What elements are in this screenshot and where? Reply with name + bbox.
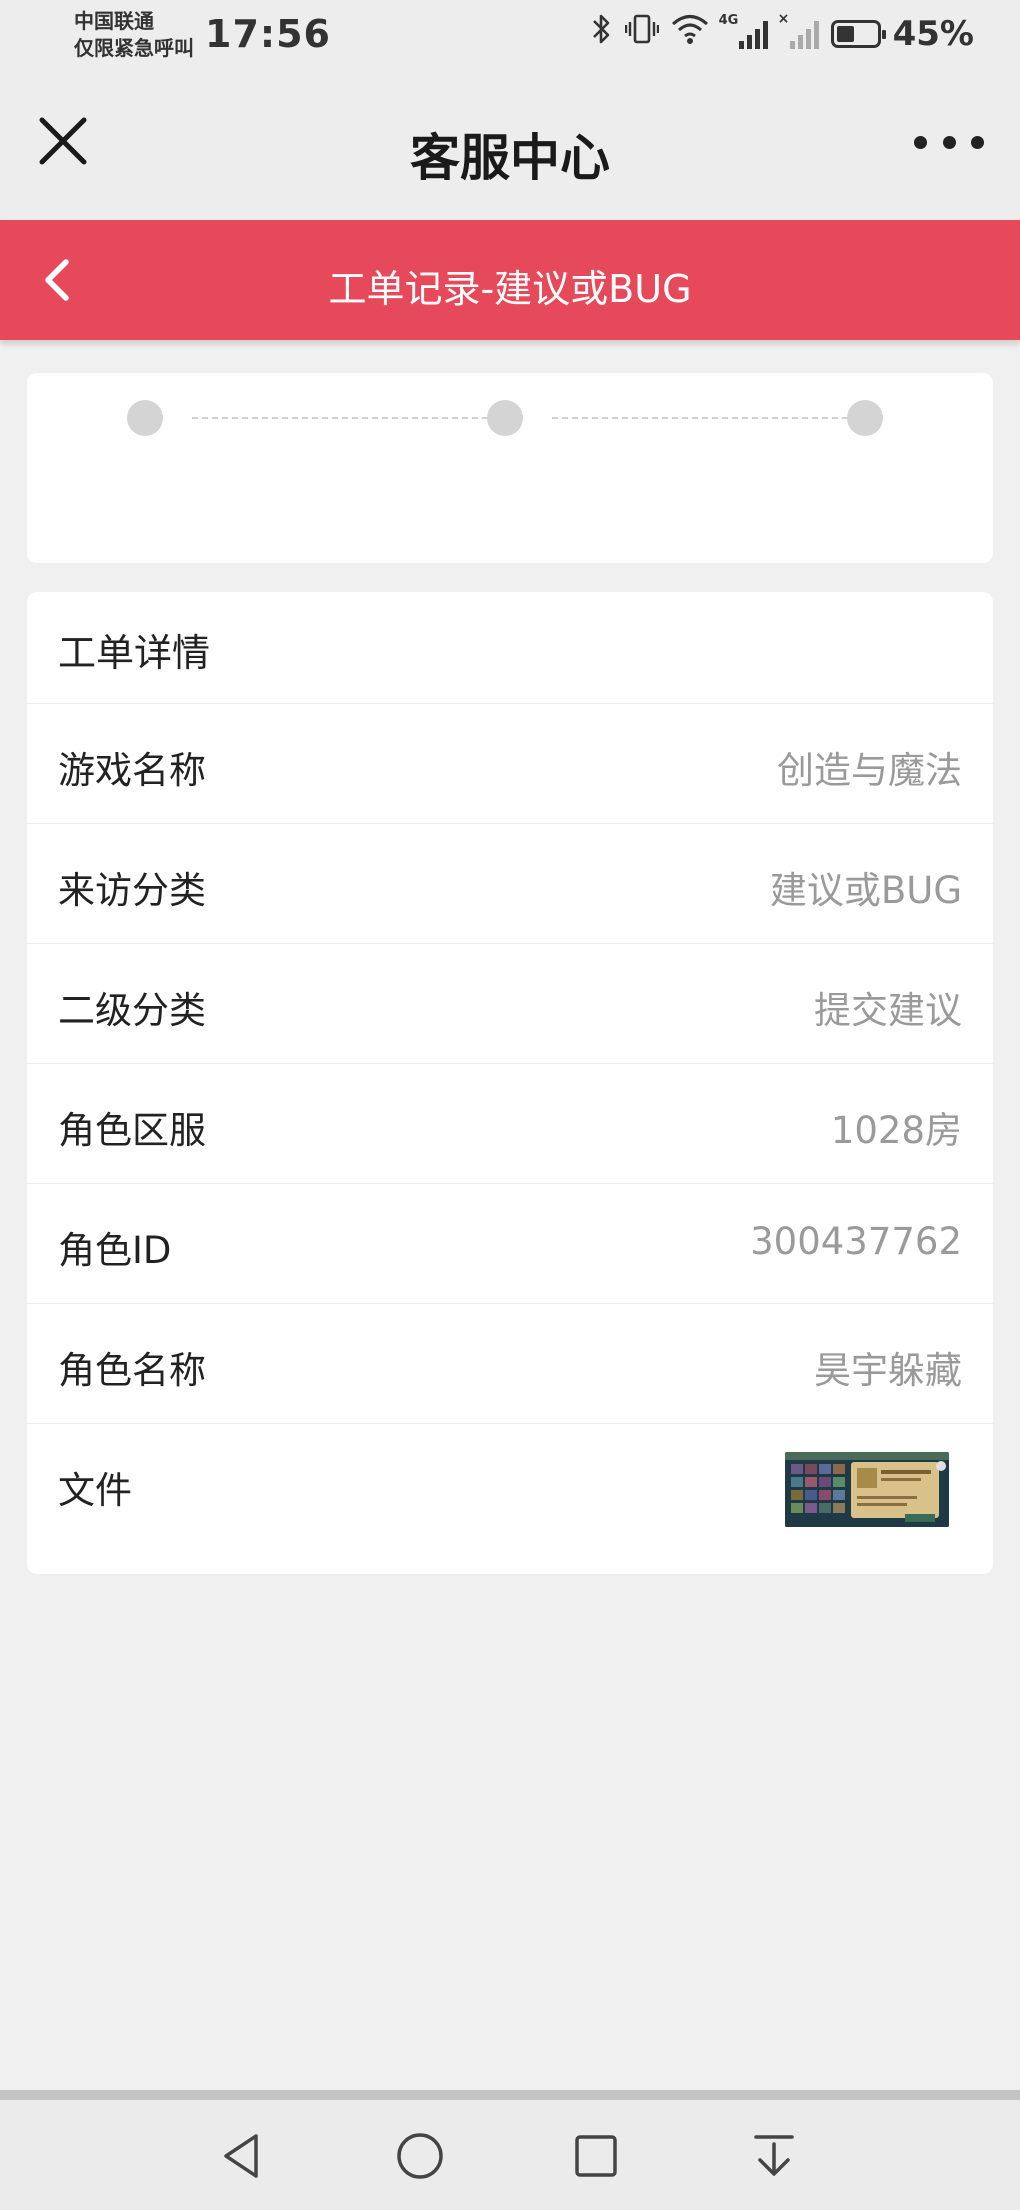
row-label: 二级分类 (58, 989, 206, 1032)
nav-notification-button[interactable] (746, 2128, 802, 2184)
details-heading: 工单详情 (58, 631, 211, 675)
more-button[interactable] (914, 132, 984, 152)
ticket-details-card: 工单详情 游戏名称 创造与魔法 来访分类 建议或BUG 二级分类 提交建议 角色… (27, 592, 993, 1574)
detail-row-role-id: 角色ID 300437762 (27, 1183, 993, 1303)
notification-pull-icon (754, 2135, 794, 2176)
header-title: 工单记录-建议或BUG (328, 267, 692, 311)
battery-fill (836, 26, 854, 42)
battery-icon (830, 20, 886, 48)
detail-row-server: 角色区服 1028房 (27, 1063, 993, 1183)
details-rows: 游戏名称 创造与魔法 来访分类 建议或BUG 二级分类 提交建议 角色区服 10… (27, 703, 993, 1543)
carrier-name: 中国联通 (74, 9, 154, 33)
nav-home-button[interactable] (392, 2128, 448, 2184)
carrier-info: 中国联通 仅限紧急呼叫 (74, 8, 194, 62)
ticket-header: 工单记录-建议或BUG (0, 220, 1020, 340)
row-label: 角色名称 (58, 1349, 206, 1392)
file-thumbnail[interactable] (785, 1452, 949, 1527)
page: 中国联通 仅限紧急呼叫 17:56 4G × 45% 客服中心 工单记录-建议或… (0, 0, 1020, 2210)
wifi-icon (671, 13, 709, 56)
detail-row-subcategory: 二级分类 提交建议 (27, 943, 993, 1063)
step-connector (192, 417, 488, 419)
page-title: 客服中心 (410, 129, 610, 187)
step-connector (552, 417, 848, 419)
status-bar: 中国联通 仅限紧急呼叫 17:56 4G × 45% (0, 0, 1020, 70)
title-bar: 客服中心 (0, 70, 1020, 220)
progress-card (27, 373, 993, 563)
step-dot (487, 400, 523, 436)
vibrate-icon (624, 12, 659, 57)
system-nav-bar (0, 2100, 1020, 2210)
recents-square-icon (575, 2135, 617, 2177)
carrier-status: 仅限紧急呼叫 (74, 36, 194, 60)
row-label: 角色ID (58, 1229, 172, 1272)
step-dot (127, 400, 163, 436)
status-icons: 4G × 45% (591, 11, 974, 57)
more-icon-dot (942, 135, 956, 149)
step-dot (847, 400, 883, 436)
nav-recents-button[interactable] (568, 2128, 624, 2184)
row-label: 角色区服 (58, 1109, 206, 1152)
signal-4g-icon: 4G (719, 13, 768, 49)
detail-row-role-name: 角色名称 昊宇躲藏 (27, 1303, 993, 1423)
back-triangle-icon (224, 2134, 258, 2178)
nav-divider (0, 2090, 1020, 2100)
detail-row-visit-category: 来访分类 建议或BUG (27, 823, 993, 943)
row-label: 来访分类 (58, 869, 206, 912)
row-value: 昊宇躲藏 (814, 1349, 962, 1392)
row-value: 创造与魔法 (777, 749, 962, 792)
row-label: 文件 (58, 1469, 132, 1512)
detail-row-game-name: 游戏名称 创造与魔法 (27, 703, 993, 823)
more-icon-dot (914, 135, 927, 149)
home-circle-icon (397, 2133, 443, 2179)
row-label: 游戏名称 (58, 749, 206, 792)
bluetooth-icon (591, 12, 613, 57)
clock: 17:56 (205, 12, 331, 56)
nav-back-button[interactable] (214, 2128, 270, 2184)
signal-no-sim-icon: × (778, 11, 819, 49)
game-screenshot-image (785, 1452, 949, 1527)
battery-percent: 45% (892, 14, 974, 54)
row-value: 提交建议 (814, 989, 962, 1032)
row-value: 300437762 (750, 1220, 962, 1263)
row-value: 1028房 (830, 1109, 962, 1152)
detail-row-file: 文件 (27, 1423, 993, 1543)
row-value: 建议或BUG (769, 869, 962, 912)
more-icon-dot (971, 135, 984, 149)
